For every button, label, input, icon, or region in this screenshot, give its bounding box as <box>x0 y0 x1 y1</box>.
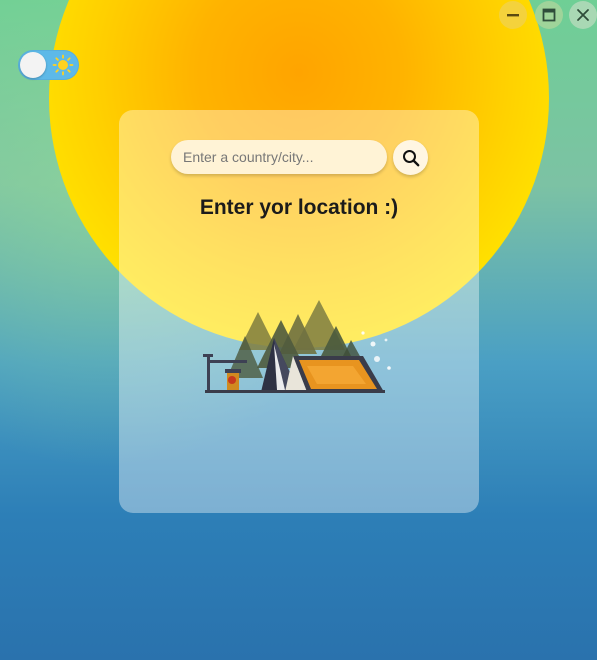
theme-toggle[interactable] <box>18 50 79 80</box>
location-prompt: Enter yor location :) <box>199 196 399 219</box>
maximize-button[interactable] <box>535 1 563 29</box>
minimize-button[interactable] <box>499 1 527 29</box>
search-input[interactable] <box>171 140 387 174</box>
maximize-icon <box>542 8 556 22</box>
camping-tent-illustration <box>203 300 391 393</box>
search-button[interactable] <box>393 140 428 175</box>
close-icon <box>577 9 589 21</box>
sun-icon <box>52 54 74 76</box>
close-button[interactable] <box>569 1 597 29</box>
minimize-icon <box>507 14 519 17</box>
weather-card: Enter yor location :) <box>119 110 479 513</box>
toggle-knob <box>20 52 46 78</box>
search-icon <box>402 149 419 166</box>
